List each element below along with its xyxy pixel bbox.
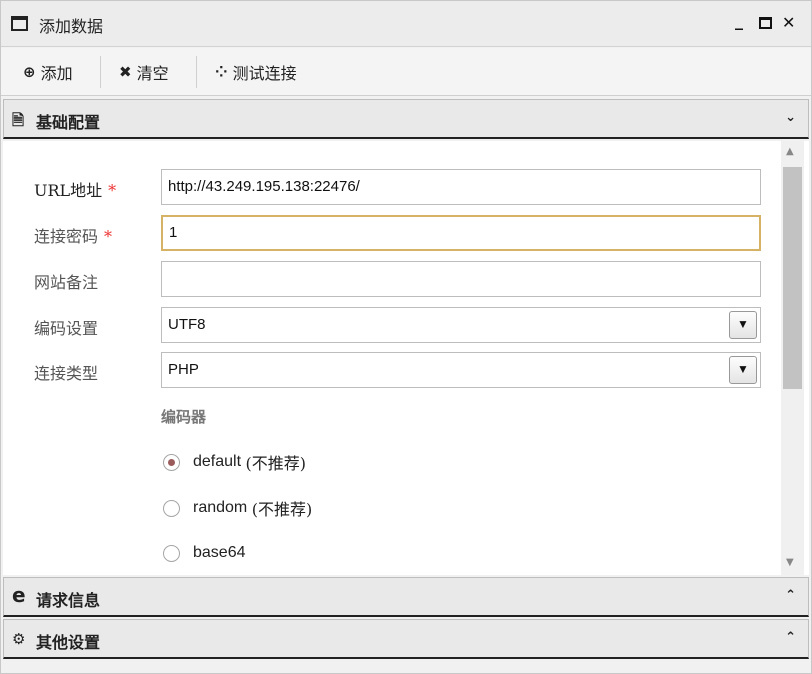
basic-config-panel: URL地址 * http://43.249.195.138:22476/ 连接密码… bbox=[3, 141, 809, 575]
maximize-icon bbox=[759, 17, 772, 29]
file-icon: 🗎 bbox=[12, 111, 25, 129]
scrollbar-thumb[interactable] bbox=[783, 167, 802, 389]
clear-button[interactable]: ✖ 清空 bbox=[119, 61, 169, 83]
clear-label: 清空 bbox=[136, 64, 169, 83]
scroll-up-icon[interactable]: ▲ bbox=[786, 146, 794, 157]
window-icon bbox=[11, 16, 28, 31]
option-note: (不推荐) bbox=[245, 454, 307, 473]
encoder-option-default[interactable]: default (不推荐) bbox=[163, 451, 306, 473]
option-name: random bbox=[193, 499, 248, 516]
toolbar-divider bbox=[196, 56, 197, 88]
section-other-label: 其他设置 bbox=[36, 633, 101, 652]
note-label: 网站备注 bbox=[34, 273, 99, 292]
encoder-option-base64[interactable]: base64 bbox=[163, 542, 246, 564]
vertical-scrollbar[interactable]: ▲ ▼ bbox=[781, 141, 804, 575]
section-request-label: 请求信息 bbox=[36, 591, 101, 610]
chevron-up-icon: ⌃ bbox=[785, 588, 796, 603]
encoder-option-random[interactable]: random (不推荐) bbox=[163, 497, 312, 519]
radio-icon[interactable] bbox=[163, 544, 180, 562]
window-title: 添加数据 bbox=[39, 17, 104, 36]
url-label: URL地址 * bbox=[34, 181, 117, 200]
minimize-button[interactable]: _ bbox=[735, 11, 743, 31]
x-icon: ✖ bbox=[119, 63, 132, 81]
option-name: default bbox=[193, 453, 242, 470]
section-request-header[interactable]: e 请求信息 ⌃ bbox=[3, 577, 809, 617]
url-input[interactable]: http://43.249.195.138:22476/ bbox=[161, 169, 761, 205]
required-marker: * bbox=[108, 181, 117, 200]
toolbar-divider bbox=[100, 56, 101, 88]
ie-icon: e bbox=[12, 583, 26, 607]
test-label: 测试连接 bbox=[232, 64, 297, 83]
type-select[interactable]: PHP ▼ bbox=[161, 352, 761, 388]
encoding-select[interactable]: UTF8 ▼ bbox=[161, 307, 761, 343]
password-input[interactable]: 1 bbox=[161, 215, 761, 251]
type-label: 连接类型 bbox=[34, 364, 99, 383]
plus-circle-icon: ⊕ bbox=[23, 63, 36, 81]
password-label: 连接密码 * bbox=[34, 227, 113, 246]
option-name: base64 bbox=[193, 544, 246, 561]
option-note: (不推荐) bbox=[251, 500, 313, 519]
chevron-down-icon[interactable]: ▼ bbox=[729, 356, 757, 384]
encoding-label: 编码设置 bbox=[34, 319, 99, 338]
maximize-button[interactable] bbox=[759, 13, 772, 34]
close-button[interactable]: ✕ bbox=[782, 13, 795, 33]
gears-icon: ⚙ bbox=[12, 630, 26, 648]
chevron-down-icon: ⌄ bbox=[785, 110, 796, 125]
radio-selected-icon[interactable] bbox=[163, 453, 180, 471]
section-basic-header[interactable]: 🗎 基础配置 ⌄ bbox=[3, 99, 809, 139]
add-data-window: 添加数据 _ ✕ ⊕ 添加 ✖ 清空 ⁘ 测试连接 🗎 基础配置 ⌄ URL地址… bbox=[0, 0, 812, 674]
scroll-down-icon[interactable]: ▼ bbox=[786, 557, 794, 568]
add-label: 添加 bbox=[40, 64, 73, 83]
toolbar: ⊕ 添加 ✖ 清空 ⁘ 测试连接 bbox=[1, 48, 811, 96]
note-input[interactable] bbox=[161, 261, 761, 297]
required-marker: * bbox=[104, 227, 113, 246]
type-value: PHP bbox=[168, 361, 199, 378]
section-other-header[interactable]: ⚙ 其他设置 ⌃ bbox=[3, 619, 809, 659]
encoding-value: UTF8 bbox=[168, 316, 206, 333]
encoder-title: 编码器 bbox=[161, 408, 207, 426]
radio-icon[interactable] bbox=[163, 499, 180, 517]
chevron-down-icon[interactable]: ▼ bbox=[729, 311, 757, 339]
chevron-up-icon: ⌃ bbox=[785, 630, 796, 645]
title-bar: 添加数据 _ ✕ bbox=[1, 1, 811, 47]
section-basic-label: 基础配置 bbox=[36, 113, 101, 132]
spinner-icon: ⁘ bbox=[215, 63, 228, 81]
add-button[interactable]: ⊕ 添加 bbox=[23, 61, 73, 83]
test-connection-button[interactable]: ⁘ 测试连接 bbox=[215, 61, 297, 83]
